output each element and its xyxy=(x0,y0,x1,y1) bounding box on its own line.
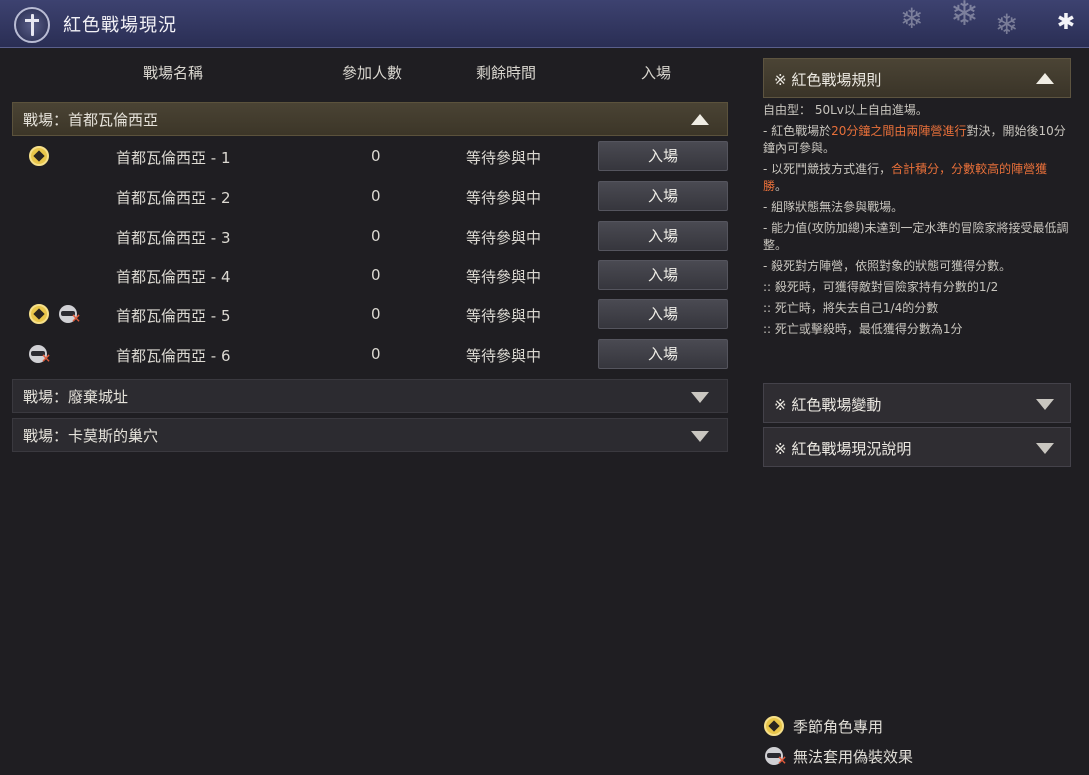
chevron-down-icon xyxy=(691,431,709,442)
row-name: 首都瓦倫西亞 - 1 xyxy=(116,149,231,167)
row-status: 等待參與中 xyxy=(466,189,542,207)
rules-panel: ※ 紅色戰場規則 自由型： 50Lv以上自由進場。 - 紅色戰場於20分鐘之間由… xyxy=(763,58,1071,758)
row-status: 等待參與中 xyxy=(466,268,542,286)
column-header-enter: 入場 xyxy=(641,64,672,82)
row-count: 0 xyxy=(371,266,381,284)
snowflake-icon: ❄ xyxy=(995,8,1019,41)
rule-free-type: 自由型： 50Lv以上自由進場。 xyxy=(763,103,928,117)
group-header-kamos-nest[interactable]: 戰場：卡莫斯的巢穴 xyxy=(12,418,728,452)
row-count: 0 xyxy=(371,187,381,205)
group-header-ruins[interactable]: 戰場：廢棄城址 xyxy=(12,379,728,413)
no-disguise-icon xyxy=(29,345,51,365)
season-icon xyxy=(764,716,784,736)
row-count: 0 xyxy=(371,227,381,245)
column-header-name: 戰場名稱 xyxy=(143,64,204,82)
table-row: 首都瓦倫西亞 - 3 0 等待參與中 入場 xyxy=(12,220,728,254)
rule-line: - 以死鬥競技方式進行，合計積分，分數較高的陣營獲勝。 xyxy=(763,162,1048,193)
table-row: 首都瓦倫西亞 - 5 0 等待參與中 入場 xyxy=(12,298,728,332)
enter-button[interactable]: 入場 xyxy=(598,141,728,171)
enter-button[interactable]: 入場 xyxy=(598,339,728,369)
row-name: 首都瓦倫西亞 - 2 xyxy=(116,189,231,207)
window-title: 紅色戰場現況 xyxy=(63,15,177,36)
rule-line: :: 死亡時，將失去自己1/4的分數 xyxy=(763,301,939,315)
rule-line: - 組隊狀態無法參與戰場。 xyxy=(763,200,904,214)
rule-line: - 能力值(攻防加總)未達到一定水準的冒險家將接受最低調整。 xyxy=(763,221,1069,252)
chevron-down-icon xyxy=(1036,399,1054,410)
column-header-time: 剩餘時間 xyxy=(476,64,537,82)
row-status: 等待參與中 xyxy=(466,149,542,167)
no-disguise-icon xyxy=(765,747,787,767)
sword-emblem-icon xyxy=(14,7,50,43)
rules-body: 自由型： 50Lv以上自由進場。 - 紅色戰場於20分鐘之間由兩陣營進行對決，開… xyxy=(763,102,1071,342)
row-name: 首都瓦倫西亞 - 4 xyxy=(116,268,231,286)
group-label: 戰場：廢棄城址 xyxy=(23,388,129,406)
enter-button[interactable]: 入場 xyxy=(598,299,728,329)
group-label: 戰場：首都瓦倫西亞 xyxy=(23,111,159,129)
table-row: 首都瓦倫西亞 - 1 0 等待參與中 入場 xyxy=(12,140,728,174)
column-headers: 戰場名稱 參加人數 剩餘時間 入場 xyxy=(12,60,728,88)
season-icon xyxy=(29,146,49,166)
rule-line: - 紅色戰場於20分鐘之間由兩陣營進行對決，開始後10分鐘內可參與。 xyxy=(763,124,1066,155)
table-row: 首都瓦倫西亞 - 4 0 等待參與中 入場 xyxy=(12,259,728,293)
table-row: 首都瓦倫西亞 - 6 0 等待參與中 入場 xyxy=(12,338,728,372)
row-count: 0 xyxy=(371,345,381,363)
chevron-up-icon xyxy=(691,114,709,125)
chevron-down-icon xyxy=(691,392,709,403)
rules-header-label: ※ 紅色戰場規則 xyxy=(774,71,882,89)
row-status: 等待參與中 xyxy=(466,347,542,365)
row-name: 首都瓦倫西亞 - 3 xyxy=(116,229,231,247)
row-status: 等待參與中 xyxy=(466,229,542,247)
enter-button[interactable]: 入場 xyxy=(598,260,728,290)
close-button[interactable]: ✱ xyxy=(1053,10,1079,36)
snowflake-icon: ❄ xyxy=(950,0,979,34)
chevron-down-icon xyxy=(1036,443,1054,454)
rule-section-label: ※ 紅色戰場變動 xyxy=(774,396,882,414)
rule-line: - 殺死對方陣營，依照對象的狀態可獲得分數。 xyxy=(763,259,1012,273)
chevron-up-icon xyxy=(1036,73,1054,84)
enter-button[interactable]: 入場 xyxy=(598,221,728,251)
rule-section-changes[interactable]: ※ 紅色戰場變動 xyxy=(763,383,1071,423)
enter-button[interactable]: 入場 xyxy=(598,181,728,211)
group-header-valencia[interactable]: 戰場：首都瓦倫西亞 xyxy=(12,102,728,136)
rules-header[interactable]: ※ 紅色戰場規則 xyxy=(763,58,1071,98)
rule-line: :: 死亡或擊殺時，最低獲得分數為1分 xyxy=(763,322,963,336)
column-header-count: 參加人數 xyxy=(342,64,403,82)
row-count: 0 xyxy=(371,147,381,165)
row-status: 等待參與中 xyxy=(466,307,542,325)
row-count: 0 xyxy=(371,305,381,323)
rule-section-label: ※ 紅色戰場現況說明 xyxy=(774,440,912,458)
season-icon xyxy=(29,304,49,324)
snowflake-icon: ❄ xyxy=(900,2,924,35)
title-bar: 紅色戰場現況 ❄ ❄ ❄ ✱ xyxy=(0,0,1089,48)
battlefield-list-panel: 戰場名稱 參加人數 剩餘時間 入場 戰場：首都瓦倫西亞 首都瓦倫西亞 - 1 0… xyxy=(12,52,728,752)
no-disguise-icon xyxy=(59,305,81,325)
row-name: 首都瓦倫西亞 - 5 xyxy=(116,307,231,325)
table-row: 首都瓦倫西亞 - 2 0 等待參與中 入場 xyxy=(12,180,728,214)
group-label: 戰場：卡莫斯的巢穴 xyxy=(23,427,159,445)
row-name: 首都瓦倫西亞 - 6 xyxy=(116,347,231,365)
rule-section-status-info[interactable]: ※ 紅色戰場現況說明 xyxy=(763,427,1071,467)
rule-line: :: 殺死時，可獲得敵對冒險家持有分數的1/2 xyxy=(763,280,999,294)
legend-no-disguise-label: 無法套用偽裝效果 xyxy=(793,748,914,766)
legend-season-label: 季節角色專用 xyxy=(793,718,884,736)
